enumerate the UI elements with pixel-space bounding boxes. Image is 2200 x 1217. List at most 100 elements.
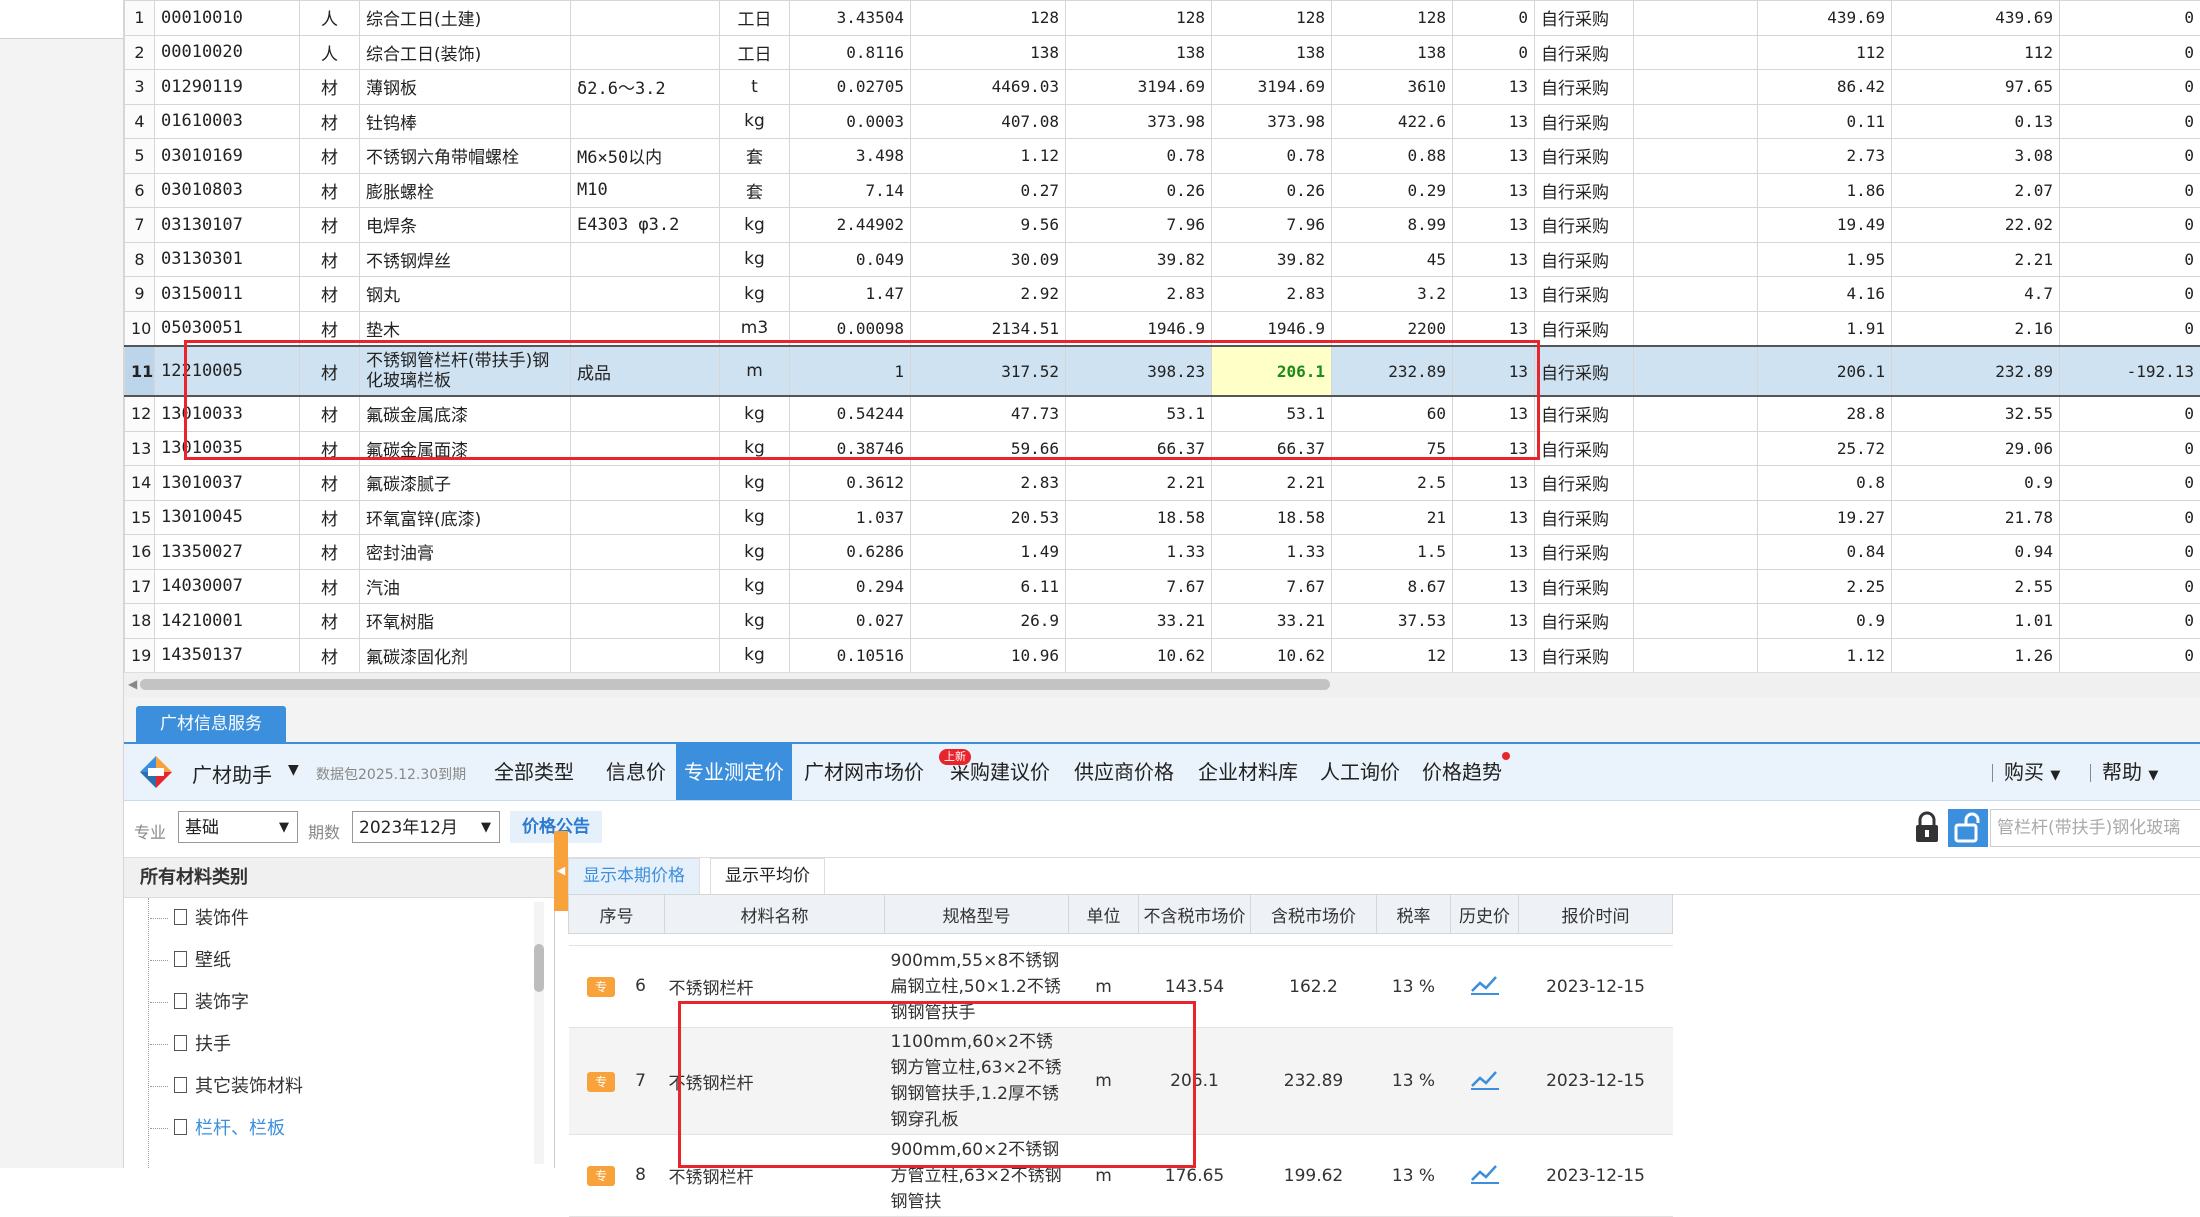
category-item[interactable]: 其它装饰材料 <box>174 1072 303 1102</box>
cell-idx[interactable]: 15 <box>125 500 155 535</box>
cell-amount1[interactable]: 4.16 <box>1758 277 1892 312</box>
cell-tax-excl-price[interactable]: 2.83 <box>1212 277 1332 312</box>
cell-unit[interactable]: kg <box>720 242 790 277</box>
cell-code[interactable]: 00010020 <box>155 35 300 70</box>
cell-unit[interactable]: 工日 <box>720 35 790 70</box>
cell-diff[interactable]: 0 <box>2060 35 2200 70</box>
cell-code[interactable]: 03130301 <box>155 242 300 277</box>
cell-supply[interactable]: 自行采购 <box>1535 569 1634 604</box>
cell-extra[interactable] <box>1634 431 1758 466</box>
cell-market-price[interactable]: 2.21 <box>1066 466 1212 501</box>
cell-tax-incl-price[interactable]: 21 <box>1332 500 1453 535</box>
cell-tax-incl-price[interactable]: 1.5 <box>1332 535 1453 570</box>
cell-spec[interactable] <box>571 466 720 501</box>
cell-amount1[interactable]: 28.8 <box>1758 396 1892 431</box>
cell-diff[interactable]: 0 <box>2060 638 2200 673</box>
cell-name[interactable]: 垫木 <box>360 311 571 346</box>
history-chart-icon[interactable] <box>1451 946 1519 1028</box>
cell-idx[interactable]: 8 <box>125 242 155 277</box>
cell-diff[interactable]: 0 <box>2060 311 2200 346</box>
cell-tax[interactable]: 13 % <box>1377 1135 1451 1217</box>
cell-amount1[interactable]: 112 <box>1758 35 1892 70</box>
cell-qty[interactable]: 0.0003 <box>790 104 911 139</box>
cell-tax-incl-price[interactable]: 3.2 <box>1332 277 1453 312</box>
cell-diff[interactable]: 0 <box>2060 173 2200 208</box>
history-chart-icon[interactable] <box>1451 1135 1519 1217</box>
cell-tax-excl-price[interactable]: 33.21 <box>1212 604 1332 639</box>
cell-type[interactable]: 材 <box>300 396 360 431</box>
cell-qty[interactable]: 3.498 <box>790 139 911 174</box>
cell-tax-incl-price[interactable]: 37.53 <box>1332 604 1453 639</box>
cell-code[interactable]: 14030007 <box>155 569 300 604</box>
cell-budget-price[interactable]: 317.52 <box>911 346 1066 396</box>
tab-info-price[interactable]: 信息价 <box>598 744 674 800</box>
cell-tax-incl-price[interactable]: 2200 <box>1332 311 1453 346</box>
cell-price-incl[interactable]: 199.62 <box>1251 1135 1377 1217</box>
cell-spec[interactable] <box>571 535 720 570</box>
cell-budget-price[interactable]: 4469.03 <box>911 70 1066 105</box>
cell-tax-rate[interactable]: 13 <box>1453 396 1535 431</box>
cell-code[interactable]: 00010010 <box>155 1 300 36</box>
cell-qty[interactable]: 7.14 <box>790 173 911 208</box>
cell-supply[interactable]: 自行采购 <box>1535 396 1634 431</box>
cell-amount1[interactable]: 25.72 <box>1758 431 1892 466</box>
cell-unit[interactable]: m3 <box>720 311 790 346</box>
cell-name[interactable]: 密封油膏 <box>360 535 571 570</box>
buy-menu[interactable]: 购买 ▼ <box>2004 744 2060 800</box>
scrollbar-thumb[interactable] <box>140 679 1330 690</box>
cell-extra[interactable] <box>1634 173 1758 208</box>
cell-tax-incl-price[interactable]: 75 <box>1332 431 1453 466</box>
cell-qty[interactable]: 0.027 <box>790 604 911 639</box>
cell-tax-excl-price[interactable]: 1.33 <box>1212 535 1332 570</box>
table-row[interactable]: 100010010人综合工日(土建)工日3.435041281281281280… <box>125 1 2200 36</box>
cell-tax-excl-price[interactable]: 138 <box>1212 35 1332 70</box>
cell-extra[interactable] <box>1634 500 1758 535</box>
cell-spec[interactable] <box>571 431 720 466</box>
tab-market-price[interactable]: 广材网市场价 <box>796 744 932 800</box>
cell-spec[interactable] <box>571 35 720 70</box>
cell-code[interactable]: 01610003 <box>155 104 300 139</box>
cell-tax-excl-price[interactable]: 10.62 <box>1212 638 1332 673</box>
history-chart-icon[interactable] <box>1451 1028 1519 1135</box>
cell-tax-excl-price[interactable]: 2.21 <box>1212 466 1332 501</box>
cell-amount1[interactable]: 1.95 <box>1758 242 1892 277</box>
tab-average-price[interactable]: 显示平均价 <box>710 858 825 894</box>
cell-idx[interactable]: 7 <box>125 208 155 243</box>
app-name[interactable]: 广材助手 <box>192 759 272 788</box>
cell-budget-price[interactable]: 1.12 <box>911 139 1066 174</box>
cell-unit[interactable]: kg <box>720 277 790 312</box>
table-row-selected[interactable]: 1112210005材不锈钢管栏杆(带扶手)钢化玻璃栏板成品m1317.5239… <box>125 346 2200 396</box>
cell-code[interactable]: 13010033 <box>155 396 300 431</box>
cell-budget-price[interactable]: 0.27 <box>911 173 1066 208</box>
cell-type[interactable]: 材 <box>300 569 360 604</box>
cell-qty[interactable]: 3.43504 <box>790 1 911 36</box>
cell-amount2[interactable]: 0.13 <box>1892 104 2060 139</box>
cell-spec[interactable] <box>571 277 720 312</box>
cell-diff[interactable]: 0 <box>2060 104 2200 139</box>
cell-price-incl[interactable]: 232.89 <box>1251 1028 1377 1135</box>
cell-idx[interactable]: 19 <box>125 638 155 673</box>
cell-market-price[interactable]: 10.62 <box>1066 638 1212 673</box>
cell-idx[interactable]: 14 <box>125 466 155 501</box>
cell-supply[interactable]: 自行采购 <box>1535 70 1634 105</box>
cell-code[interactable]: 13350027 <box>155 535 300 570</box>
cell-tax-incl-price[interactable]: 12 <box>1332 638 1453 673</box>
cell-tax-rate[interactable]: 13 <box>1453 277 1535 312</box>
cell-name[interactable]: 不锈钢栏杆 <box>665 1135 885 1217</box>
cell-spec[interactable] <box>571 104 720 139</box>
cell-extra[interactable] <box>1634 604 1758 639</box>
cell-diff[interactable]: 0 <box>2060 139 2200 174</box>
cell-code[interactable]: 01290119 <box>155 70 300 105</box>
cell-amount2[interactable]: 2.07 <box>1892 173 2060 208</box>
cell-amount2[interactable]: 1.01 <box>1892 604 2060 639</box>
cell-market-price[interactable]: 53.1 <box>1066 396 1212 431</box>
price-row[interactable]: 专7不锈钢栏杆1100mm,60×2不锈钢方管立柱,63×2不锈钢钢管扶手,1.… <box>569 1028 1673 1135</box>
cell-type[interactable]: 材 <box>300 535 360 570</box>
cell-qty[interactable]: 0.00098 <box>790 311 911 346</box>
cell-amount1[interactable]: 0.9 <box>1758 604 1892 639</box>
cell-code[interactable]: 13010037 <box>155 466 300 501</box>
cell-tax-rate[interactable]: 13 <box>1453 346 1535 396</box>
cell-unit[interactable]: t <box>720 70 790 105</box>
cell-qty[interactable]: 1.037 <box>790 500 911 535</box>
cell-supply[interactable]: 自行采购 <box>1535 638 1634 673</box>
